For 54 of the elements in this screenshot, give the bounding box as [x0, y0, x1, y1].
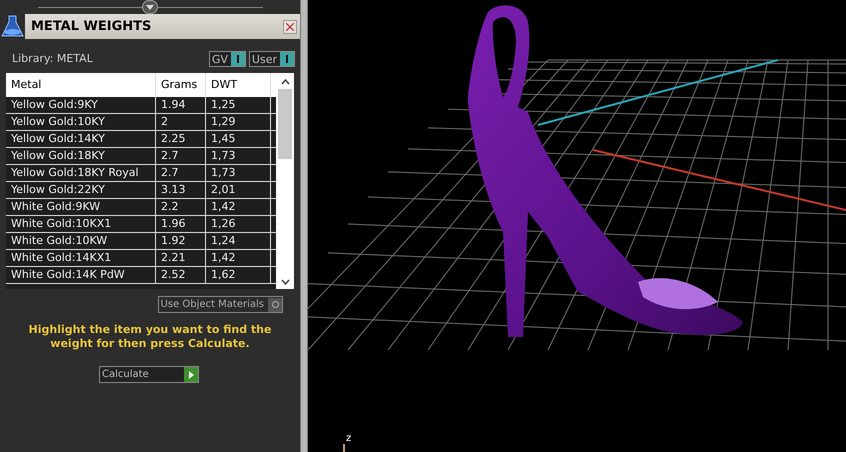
axis-label: z — [346, 434, 352, 444]
table-cell: Yellow Gold:10KY — [6, 114, 156, 130]
table-cell: 3.13 — [156, 182, 206, 198]
table-cell: Yellow Gold:9KY — [6, 97, 156, 113]
toggle-button[interactable]: GV — [208, 51, 246, 67]
table-cell: White Gold:14KX1 — [6, 250, 156, 266]
table-cell: 2,01 — [206, 182, 271, 198]
table-cell: 2 — [156, 114, 206, 130]
caret-down-icon — [146, 4, 154, 10]
table-cell: Yellow Gold:22KY — [6, 182, 156, 198]
table-cell: White Gold:14K PdW — [6, 267, 156, 283]
use-object-materials-toggle[interactable]: Use Object Materials — [158, 296, 283, 313]
collapse-handle[interactable] — [142, 0, 158, 14]
column-header[interactable]: Grams — [156, 73, 206, 97]
play-icon — [188, 370, 194, 378]
table-cell: 1,45 — [206, 131, 271, 147]
table-cell: 2.21 — [156, 250, 206, 266]
table-cell: 1,62 — [206, 267, 271, 283]
table-cell: White Gold:10KW — [6, 233, 156, 249]
table-cell: 1,25 — [206, 97, 271, 113]
close-icon — [286, 22, 294, 30]
table-cell: White Gold:9KW — [6, 199, 156, 215]
table-cell: 1.96 — [156, 216, 206, 232]
close-button[interactable] — [283, 20, 297, 34]
table-cell: 2.25 — [156, 131, 206, 147]
table-cell: Yellow Gold:18KY Royal — [6, 165, 156, 181]
table-cell: 1,42 — [206, 199, 271, 215]
table-cell: 2.7 — [156, 165, 206, 181]
scroll-up-icon — [280, 79, 290, 85]
table-cell: 1.92 — [156, 233, 206, 249]
table-cell: 1,42 — [206, 250, 271, 266]
table-cell: 1.94 — [156, 97, 206, 113]
table-cell: Yellow Gold:14KY — [6, 131, 156, 147]
table-cell: Yellow Gold:18KY — [6, 148, 156, 164]
table-cell: 1,24 — [206, 233, 271, 249]
table-cell: 1,29 — [206, 114, 271, 130]
instruction-text: Highlight the item you want to find the weight for then press Calculate. — [28, 323, 272, 351]
scrollbar[interactable] — [276, 73, 294, 289]
panel-title: METAL WEIGHTS — [31, 20, 152, 33]
library-label: Library: METAL — [12, 50, 93, 67]
panel-splitter[interactable] — [300, 0, 308, 452]
table-cell: 1,73 — [206, 148, 271, 164]
flask-logo-icon — [0, 14, 25, 39]
table-cell: White Gold:10KX1 — [6, 216, 156, 232]
toggle-button[interactable]: User — [248, 51, 295, 67]
table-cell: 2.2 — [156, 199, 206, 215]
column-header[interactable]: DWT — [206, 73, 271, 97]
table-cell: 2.52 — [156, 267, 206, 283]
table-cell: 2.7 — [156, 148, 206, 164]
scroll-down-icon — [280, 279, 290, 285]
column-header[interactable]: Metal — [6, 73, 156, 97]
calculate-button[interactable]: Calculate — [99, 366, 199, 383]
table-cell: 1,26 — [206, 216, 271, 232]
table-cell: 1,73 — [206, 165, 271, 181]
